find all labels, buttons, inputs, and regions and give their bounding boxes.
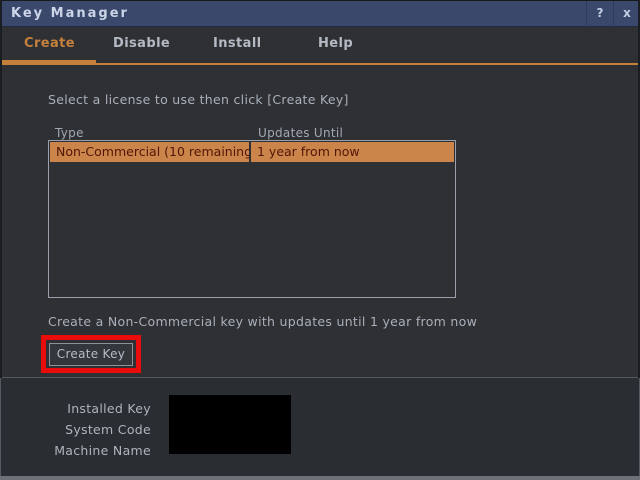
license-row-selected[interactable]: Non-Commercial (10 remaining) 1 year fro… (50, 142, 454, 162)
footer-panel: Installed Key System Code Machine Name (0, 377, 640, 476)
column-header-updates: Updates Until (258, 126, 343, 140)
titlebar: Key Manager ? x (0, 1, 640, 27)
footer-labels: Installed Key System Code Machine Name (1, 398, 151, 461)
close-button[interactable]: x (613, 1, 640, 27)
highlight-annotation: Create Key (41, 335, 141, 373)
tab-install[interactable]: Install (213, 36, 262, 51)
window-border-bottom (0, 476, 640, 480)
redacted-key-values (169, 395, 291, 454)
column-header-type: Type (55, 126, 84, 140)
tab-disable[interactable]: Disable (113, 36, 170, 51)
summary-text: Create a Non-Commercial key with updates… (48, 314, 477, 329)
license-type-cell: Non-Commercial (10 remaining) (50, 142, 251, 162)
window-title: Key Manager (11, 1, 129, 27)
create-key-button[interactable]: Create Key (49, 343, 133, 366)
window-border-left (0, 0, 2, 378)
active-tab-indicator (0, 60, 96, 65)
tab-create[interactable]: Create (24, 36, 75, 51)
installed-key-label: Installed Key (1, 398, 151, 419)
license-updates-cell: 1 year from now (251, 142, 454, 162)
tabbar-underline (96, 63, 640, 65)
help-button[interactable]: ? (586, 1, 613, 27)
instruction-text: Select a license to use then click [Crea… (48, 92, 349, 107)
license-table: Non-Commercial (10 remaining) 1 year fro… (48, 140, 456, 298)
system-code-label: System Code (1, 419, 151, 440)
tab-help[interactable]: Help (318, 36, 353, 51)
machine-name-label: Machine Name (1, 440, 151, 461)
